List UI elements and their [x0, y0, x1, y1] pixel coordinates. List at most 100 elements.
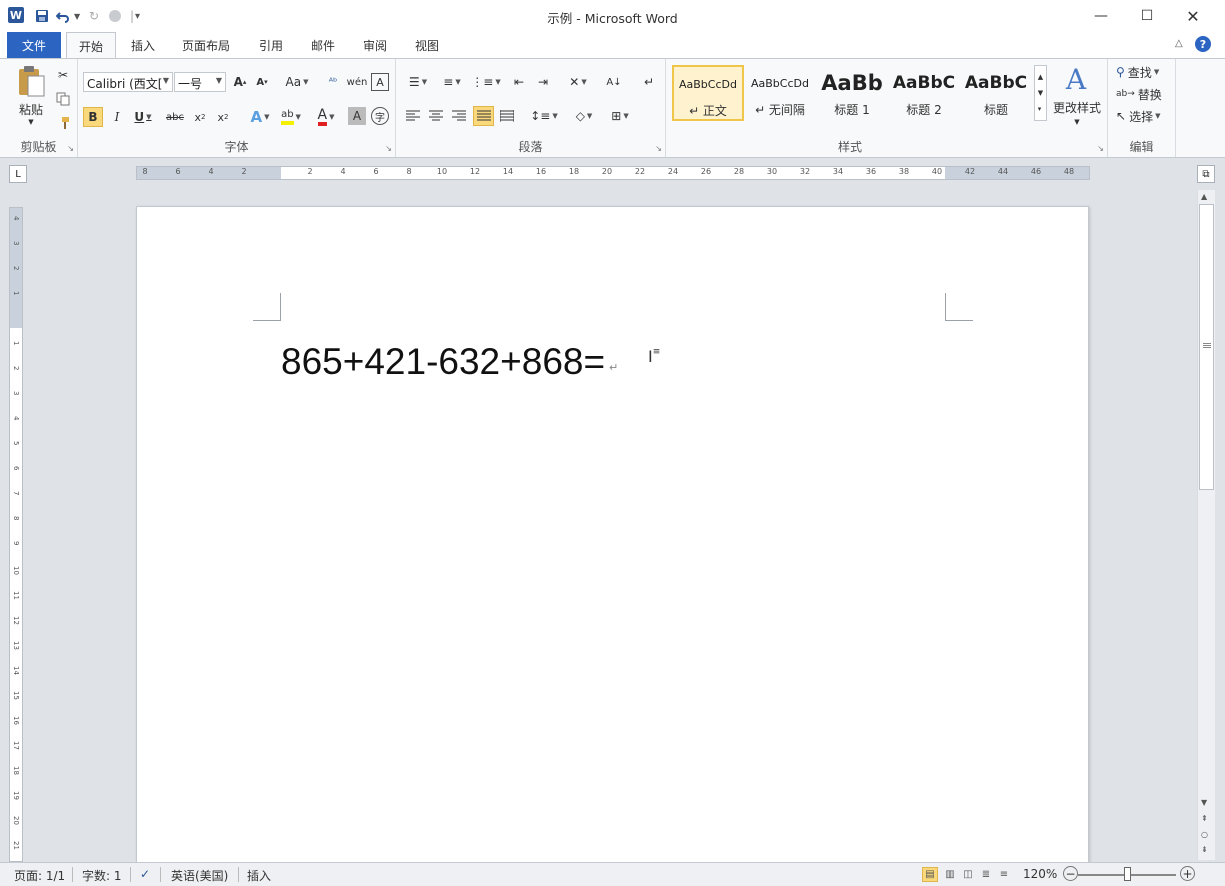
change-styles-button[interactable]: 更改样式	[1050, 99, 1104, 115]
phonetic-guide-icon[interactable]: wén	[346, 73, 368, 91]
style-heading-1[interactable]: AaBb 标题 1	[816, 65, 888, 121]
bold-button[interactable]: B	[83, 107, 103, 127]
print-layout-icon[interactable]: ▤	[922, 867, 938, 882]
font-launcher-icon[interactable]: ↘	[385, 144, 392, 153]
font-name-select[interactable]: Calibri (西文[ ▼	[83, 72, 173, 92]
enclose-characters-icon[interactable]: 字	[371, 107, 389, 125]
zoom-out-icon[interactable]: −	[1063, 866, 1078, 881]
character-border-icon[interactable]: A	[371, 73, 389, 91]
insert-mode-indicator[interactable]: 插入	[247, 867, 271, 884]
horizontal-ruler[interactable]: 8 6 4 2 2 4 6 8 10 12 14 16 18 20 22 24 26 28 30 32 34 36 38 40…	[136, 166, 1090, 180]
tab-selector-icon[interactable]: L	[9, 165, 27, 183]
change-case-icon[interactable]: Aa ▼	[283, 73, 311, 91]
align-left-icon[interactable]	[404, 107, 422, 125]
style-heading-2[interactable]: AaBbC 标题 2	[888, 65, 960, 121]
format-painter-icon[interactable]	[55, 115, 71, 131]
italic-button[interactable]: I	[108, 107, 126, 127]
line-spacing-icon[interactable]: ↕≡ ▼	[530, 107, 558, 125]
font-size-select[interactable]: 一号 ▼	[174, 72, 226, 92]
select-button[interactable]: ↖ 选择 ▼	[1116, 107, 1176, 125]
borders-icon[interactable]: ⊞ ▼	[606, 107, 634, 125]
vertical-ruler[interactable]: 4 3 2 1 1 2 3 4 5 6 7 8 9 10 11 12 13 14 15 16 17 18 19 20 21	[9, 207, 23, 862]
tab-page-layout[interactable]: 页面布局	[172, 32, 240, 58]
language-indicator[interactable]: 英语(美国)	[171, 867, 228, 884]
word-count[interactable]: 字数: 1	[82, 867, 122, 884]
draft-icon[interactable]: ≡	[996, 867, 1012, 882]
status-separator	[72, 867, 73, 882]
paste-dropdown-icon[interactable]: ▼	[24, 117, 38, 127]
minimize-button[interactable]: —	[1078, 0, 1124, 32]
text-effects-icon[interactable]: A ▼	[246, 107, 274, 127]
paste-button-label[interactable]: 粘贴	[12, 101, 50, 117]
next-page-icon[interactable]: ⇟	[1201, 845, 1208, 854]
chevron-down-icon: ▼	[162, 76, 169, 85]
clear-formatting-icon[interactable]: ᴬᵇ	[323, 73, 343, 91]
paste-icon[interactable]	[14, 63, 48, 99]
outline-icon[interactable]: ≣	[978, 867, 994, 882]
distributed-icon[interactable]	[498, 107, 516, 125]
zoom-in-icon[interactable]: +	[1180, 866, 1195, 881]
tab-home[interactable]: 开始	[66, 32, 116, 59]
scroll-down-icon[interactable]: ▼	[1201, 798, 1207, 807]
align-right-icon[interactable]	[450, 107, 468, 125]
style-normal[interactable]: AaBbCcDd ↵ 正文	[672, 65, 744, 121]
tab-view[interactable]: 视图	[406, 32, 448, 58]
underline-button[interactable]: U ▼	[130, 107, 156, 127]
maximize-button[interactable]: ☐	[1124, 0, 1170, 32]
style-no-spacing[interactable]: AaBbCcDd ↵ 无间隔	[744, 65, 816, 121]
close-button[interactable]: ✕	[1170, 0, 1216, 32]
justify-icon[interactable]	[473, 106, 494, 126]
paragraph-launcher-icon[interactable]: ↘	[655, 144, 662, 153]
web-layout-icon[interactable]: ◫	[960, 867, 976, 882]
scrollbar-thumb[interactable]	[1199, 204, 1214, 490]
style-title[interactable]: AaBbC 标题	[960, 65, 1032, 121]
styles-launcher-icon[interactable]: ↘	[1097, 144, 1104, 153]
styles-scroll-icon[interactable]: ▲ ▼ ▾	[1034, 65, 1047, 121]
proofing-icon[interactable]: ✓	[140, 867, 150, 881]
numbering-icon[interactable]: ≡ ▼	[438, 73, 466, 91]
show-paragraph-marks-icon[interactable]: ↵	[640, 73, 658, 91]
view-ruler-icon[interactable]: ⧉	[1197, 165, 1215, 183]
tab-file[interactable]: 文件	[7, 32, 61, 58]
align-center-icon[interactable]	[427, 107, 445, 125]
font-color-icon[interactable]: A ▼	[311, 107, 341, 127]
cut-icon[interactable]: ✂	[55, 67, 71, 83]
copy-icon[interactable]	[55, 91, 71, 107]
strikethrough-button[interactable]: abc	[164, 107, 186, 127]
grow-font-icon[interactable]: A ▴	[231, 73, 249, 91]
zoom-level[interactable]: 120%	[1023, 867, 1057, 881]
browse-object-icon[interactable]: ○	[1201, 830, 1208, 839]
bullets-icon[interactable]: ☰ ▼	[404, 73, 432, 91]
tab-references[interactable]: 引用	[250, 32, 292, 58]
full-screen-reading-icon[interactable]: ▥	[942, 867, 958, 882]
document-page[interactable]: 865+421-632+868= ↵ I≡	[136, 206, 1089, 866]
decrease-indent-icon[interactable]: ⇤	[510, 73, 528, 91]
character-shading-icon[interactable]: A	[348, 107, 366, 125]
find-button[interactable]: ⚲ 查找 ▼	[1116, 63, 1176, 81]
chinese-layout-icon[interactable]: ✕ ▼	[564, 73, 592, 91]
tab-mailings[interactable]: 邮件	[302, 32, 344, 58]
clipboard-launcher-icon[interactable]: ↘	[67, 144, 74, 153]
subscript-button[interactable]: x2	[191, 107, 209, 127]
shrink-font-icon[interactable]: A ▾	[253, 73, 271, 91]
collapse-ribbon-icon[interactable]: △	[1175, 38, 1183, 49]
increase-indent-icon[interactable]: ⇥	[534, 73, 552, 91]
tab-insert[interactable]: 插入	[122, 32, 164, 58]
vertical-scrollbar[interactable]: ▲ ▼ ⇞ ○ ⇟	[1197, 190, 1215, 860]
highlight-color-icon[interactable]: ab ▼	[276, 107, 306, 127]
superscript-button[interactable]: x2	[214, 107, 232, 127]
change-styles-icon[interactable]: A	[1058, 63, 1094, 96]
tab-review[interactable]: 审阅	[354, 32, 396, 58]
multilevel-list-icon[interactable]: ⋮≡ ▼	[471, 73, 500, 91]
sort-icon[interactable]: A↓	[604, 73, 624, 91]
scroll-up-icon[interactable]: ▲	[1201, 192, 1207, 201]
style-name: 标题	[983, 103, 1008, 117]
replace-button[interactable]: ab→ 替换	[1116, 85, 1176, 103]
document-body-text[interactable]: 865+421-632+868=	[281, 341, 605, 383]
chevron-down-icon[interactable]: ▼	[1070, 117, 1084, 127]
help-icon[interactable]: ?	[1195, 36, 1211, 52]
previous-page-icon[interactable]: ⇞	[1201, 814, 1208, 823]
page-count[interactable]: 页面: 1/1	[14, 867, 65, 884]
shading-icon[interactable]: ◇ ▼	[570, 107, 598, 125]
zoom-slider-thumb[interactable]	[1124, 867, 1131, 881]
